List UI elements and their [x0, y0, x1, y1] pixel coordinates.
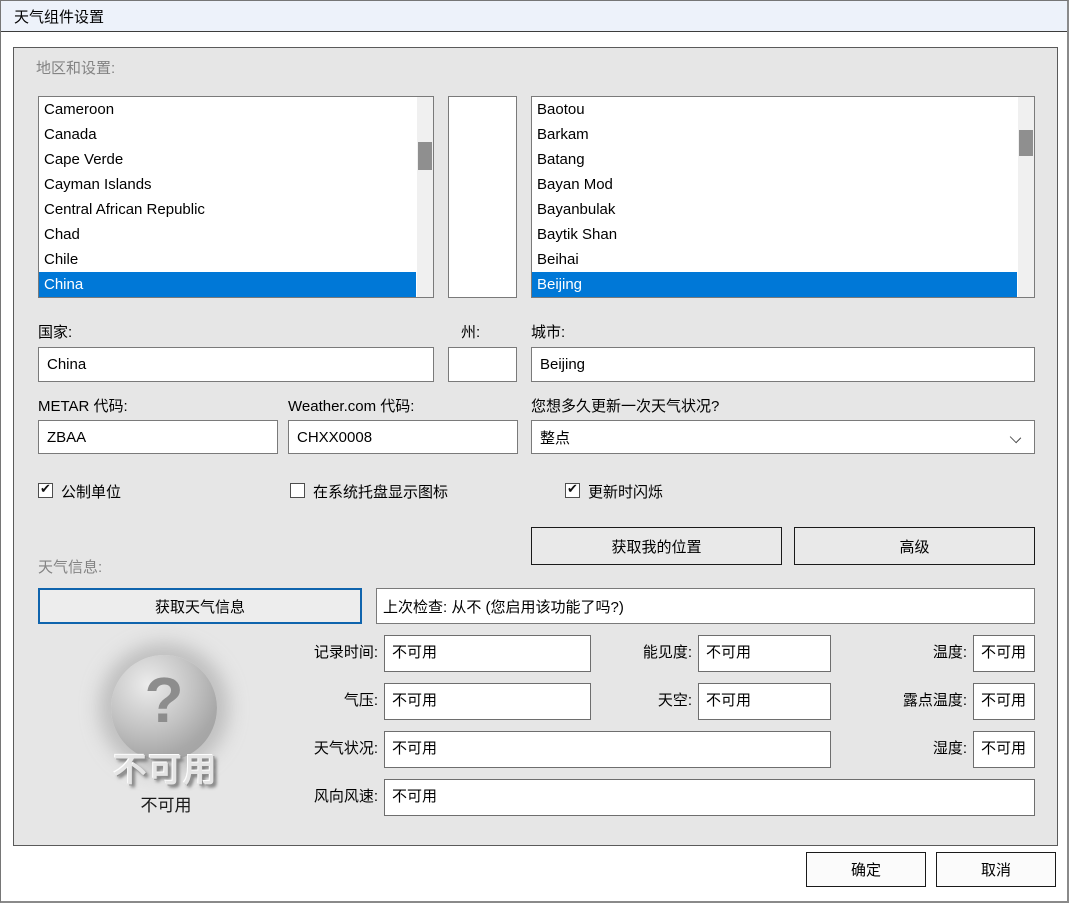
conditions-field[interactable]: 不可用: [384, 731, 831, 768]
blink-on-update-checkbox[interactable]: 更新时闪烁: [565, 481, 785, 501]
humidity-field[interactable]: 不可用: [973, 731, 1035, 768]
sky-label: 天空:: [572, 689, 692, 710]
wind-field[interactable]: 不可用: [384, 779, 1035, 816]
cancel-button[interactable]: 取消: [936, 852, 1056, 887]
country-list-items: CameroonCanadaCape VerdeCayman IslandsCe…: [39, 97, 416, 297]
metar-code-input[interactable]: [38, 420, 278, 454]
visibility-label: 能见度:: [572, 641, 692, 662]
city-list-items: BaotouBarkamBatangBayan ModBayanbulakBay…: [532, 97, 1017, 297]
country-list[interactable]: CameroonCanadaCape VerdeCayman IslandsCe…: [38, 96, 434, 298]
sky-field[interactable]: 不可用: [698, 683, 831, 720]
metric-units-checkbox-label: 公制单位: [61, 481, 121, 502]
list-item[interactable]: Chad: [39, 222, 416, 247]
state-list[interactable]: [448, 96, 517, 298]
list-item[interactable]: Baotou: [532, 97, 1017, 122]
weather-com-code-input[interactable]: [288, 420, 518, 454]
last-check-status-field[interactable]: 上次检查: 从不 (您启用该功能了吗?): [376, 588, 1035, 624]
weather-settings-dialog: 天气组件设置 地区和设置: CameroonCanadaCape VerdeCa…: [0, 0, 1069, 903]
pressure-field[interactable]: 不可用: [384, 683, 591, 720]
titlebar: 天气组件设置: [1, 1, 1067, 32]
conditions-label: 天气状况:: [258, 737, 378, 758]
city-list[interactable]: BaotouBarkamBatangBayan ModBayanbulakBay…: [531, 96, 1035, 298]
icon-caption: 不可用: [96, 791, 236, 816]
icon-overlay-text: 不可用: [96, 743, 236, 791]
record-time-label: 记录时间:: [258, 641, 378, 662]
list-item[interactable]: Beihai: [532, 247, 1017, 272]
humidity-label: 湿度:: [847, 737, 967, 758]
visibility-field[interactable]: 不可用: [698, 635, 831, 672]
country-scrollbar-thumb[interactable]: [418, 142, 432, 170]
state-input[interactable]: [448, 347, 517, 382]
region-settings-label: 地区和设置:: [36, 57, 115, 78]
list-item[interactable]: China: [39, 272, 416, 297]
metric-units-checkbox[interactable]: 公制单位: [38, 481, 238, 501]
update-frequency-select[interactable]: 整点: [531, 420, 1035, 454]
city-input[interactable]: [531, 347, 1035, 382]
city-scrollbar-thumb[interactable]: [1019, 130, 1033, 156]
list-item[interactable]: Baytik Shan: [532, 222, 1017, 247]
weather-info-label: 天气信息:: [38, 556, 102, 577]
fetch-weather-button[interactable]: 获取天气信息: [38, 588, 362, 624]
state-label: 州:: [461, 321, 480, 342]
list-item[interactable]: Bayanbulak: [532, 197, 1017, 222]
advanced-button[interactable]: 高级: [794, 527, 1035, 565]
temperature-label: 温度:: [847, 641, 967, 662]
dew-point-field[interactable]: 不可用: [973, 683, 1035, 720]
dew-point-label: 露点温度:: [847, 689, 967, 710]
list-item[interactable]: Cayman Islands: [39, 172, 416, 197]
list-item[interactable]: Batang: [532, 147, 1017, 172]
blink-on-update-checkbox-box[interactable]: [565, 483, 580, 498]
city-label: 城市:: [531, 321, 565, 342]
list-item[interactable]: Beijing: [532, 272, 1017, 297]
tray-icon-checkbox-label: 在系统托盘显示图标: [313, 481, 448, 502]
temperature-field[interactable]: 不可用: [973, 635, 1035, 672]
metar-code-label: METAR 代码:: [38, 395, 128, 416]
chevron-down-icon: [1010, 432, 1021, 443]
metric-units-checkbox-box[interactable]: [38, 483, 53, 498]
tray-icon-checkbox-box[interactable]: [290, 483, 305, 498]
list-item[interactable]: Cameroon: [39, 97, 416, 122]
list-item[interactable]: Central African Republic: [39, 197, 416, 222]
list-item[interactable]: Bayan Mod: [532, 172, 1017, 197]
country-input[interactable]: [38, 347, 434, 382]
list-item[interactable]: Cape Verde: [39, 147, 416, 172]
question-mark-glyph: ?: [111, 663, 217, 737]
ok-button[interactable]: 确定: [806, 852, 926, 887]
wind-label: 风向风速:: [258, 785, 378, 806]
list-item[interactable]: Chile: [39, 247, 416, 272]
tray-icon-checkbox[interactable]: 在系统托盘显示图标: [290, 481, 530, 501]
pressure-label: 气压:: [258, 689, 378, 710]
update-frequency-value: 整点: [540, 427, 570, 448]
country-list-scrollbar[interactable]: [417, 97, 433, 297]
country-label: 国家:: [38, 321, 72, 342]
blink-on-update-checkbox-label: 更新时闪烁: [588, 481, 663, 502]
record-time-field[interactable]: 不可用: [384, 635, 591, 672]
list-item[interactable]: Barkam: [532, 122, 1017, 147]
city-list-scrollbar[interactable]: [1018, 97, 1034, 297]
list-item[interactable]: Canada: [39, 122, 416, 147]
get-my-location-button[interactable]: 获取我的位置: [531, 527, 782, 565]
update-frequency-label: 您想多久更新一次天气状况?: [531, 395, 719, 416]
weather-unavailable-icon: ? 不可用 不可用: [96, 641, 236, 821]
dialog-title: 天气组件设置: [14, 6, 104, 27]
weather-com-code-label: Weather.com 代码:: [288, 395, 414, 416]
